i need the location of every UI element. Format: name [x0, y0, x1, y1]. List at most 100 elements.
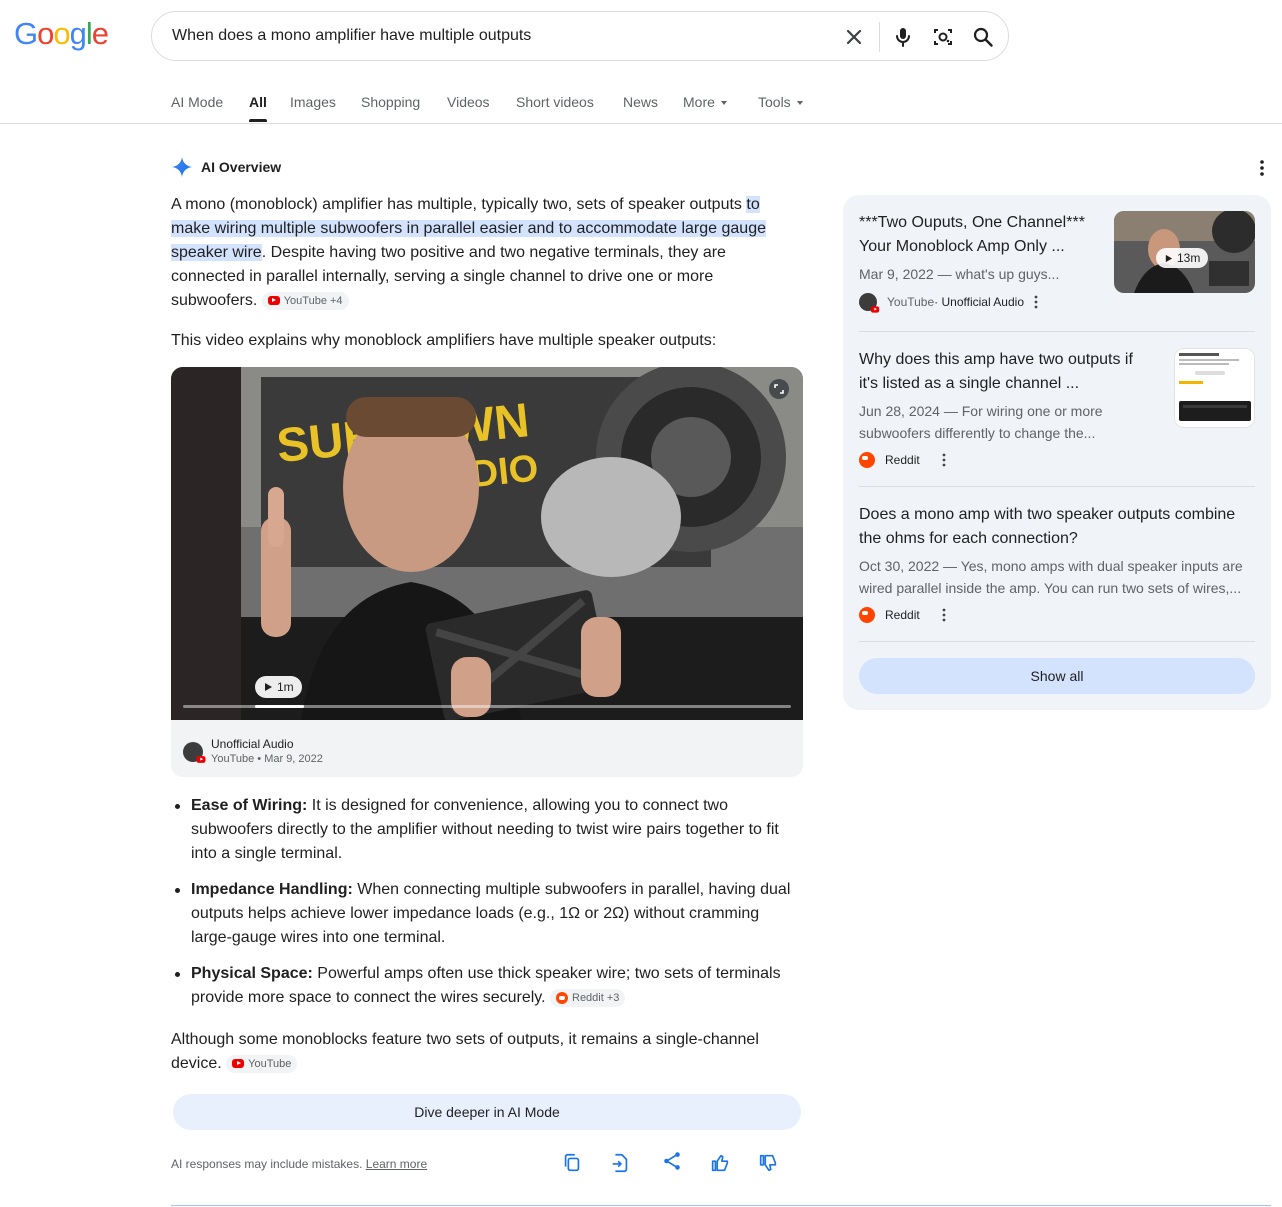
overview-paragraph: A mono (monoblock) amplifier has multipl…: [171, 193, 803, 313]
video-duration-badge: 13m: [1156, 248, 1209, 268]
search-icon[interactable]: [971, 25, 995, 49]
video-card[interactable]: SUBDOWN AUDIO 1m: [171, 367, 803, 777]
source-chip-youtube[interactable]: YouTube: [226, 1054, 298, 1073]
learn-more-link[interactable]: Learn more: [366, 1157, 427, 1171]
channel-name[interactable]: Unofficial Audio: [211, 737, 323, 752]
tab-more[interactable]: More: [683, 90, 727, 114]
lens-camera-icon[interactable]: [931, 25, 955, 49]
video-thumbnail[interactable]: SUBDOWN AUDIO 1m: [171, 367, 803, 720]
tab-shopping[interactable]: Shopping: [361, 90, 420, 114]
video-source-date: YouTube • Mar 9, 2022: [211, 753, 323, 765]
source-card-1[interactable]: ***Two Ouputs, One Channel*** Your Monob…: [859, 211, 1099, 313]
source-chip-reddit[interactable]: Reddit +3: [550, 988, 626, 1007]
tab-tools[interactable]: Tools: [758, 90, 803, 114]
copy-icon[interactable]: [561, 1152, 583, 1174]
tab-tools-label: Tools: [758, 94, 791, 110]
closing-paragraph: Although some monoblocks feature two set…: [171, 1028, 803, 1076]
more-options-icon[interactable]: [1034, 295, 1038, 309]
play-icon: [265, 683, 272, 691]
youtube-icon: [196, 755, 206, 763]
youtube-icon: [232, 1059, 245, 1069]
channel-avatar: [859, 293, 880, 313]
video-meta: Unofficial Audio YouTube • Mar 9, 2022: [183, 737, 323, 766]
source-channel: · Unofficial Audio: [934, 295, 1024, 309]
tab-ai-mode[interactable]: AI Mode: [171, 90, 223, 114]
tab-news[interactable]: News: [623, 90, 658, 114]
source-title[interactable]: Why does this amp have two outputs if it…: [859, 348, 1149, 396]
expand-icon: [774, 384, 784, 394]
disclaimer-text: AI responses may include mistakes.: [171, 1157, 363, 1171]
sources-panel: ***Two Ouputs, One Channel*** Your Monob…: [843, 195, 1271, 710]
thumbs-down-icon[interactable]: [757, 1152, 779, 1174]
source-card-2[interactable]: Why does this amp have two outputs if it…: [859, 348, 1149, 468]
source-meta: Reddit: [859, 452, 1149, 468]
source-image-thumbnail[interactable]: [1174, 348, 1255, 428]
play-icon: [1165, 254, 1173, 262]
reddit-icon: [859, 607, 875, 623]
channel-avatar: [183, 741, 206, 763]
source-snippet: Mar 9, 2022 — what's up guys...: [859, 266, 1060, 282]
tab-short-videos[interactable]: Short videos: [516, 90, 594, 114]
bullet-term: Impedance Handling:: [191, 881, 353, 898]
google-logo[interactable]: Google: [14, 14, 109, 54]
more-options-icon[interactable]: [942, 608, 946, 622]
search-input[interactable]: [172, 12, 812, 60]
video-progress-fill: [255, 705, 304, 708]
dive-deeper-button[interactable]: Dive deeper in AI Mode: [173, 1094, 801, 1130]
ai-overview-title: AI Overview: [201, 159, 282, 175]
disclaimer: AI responses may include mistakes. Learn…: [171, 1157, 427, 1171]
clear-icon[interactable]: [842, 25, 866, 49]
ai-overview-body: A mono (monoblock) amplifier has multipl…: [171, 193, 803, 353]
source-snippet: Oct 30, 2022 — Yes, mono amps with dual …: [859, 558, 1243, 596]
video-progress-bar[interactable]: [183, 705, 791, 708]
source-chip-label: YouTube +4: [283, 294, 343, 307]
tab-more-label: More: [683, 94, 715, 110]
list-item: Physical Space: Powerful amps often use …: [171, 962, 803, 1010]
overview-text-start: A mono (monoblock) amplifier has multipl…: [171, 196, 747, 213]
source-divider: [859, 331, 1255, 332]
microphone-icon[interactable]: [891, 25, 915, 49]
source-divider: [859, 641, 1255, 642]
export-doc-icon[interactable]: [609, 1152, 631, 1174]
ai-overview-header: AI Overview: [171, 155, 281, 179]
gemini-sparkle-icon: [171, 156, 193, 178]
video-duration: 1m: [277, 680, 294, 694]
bullet-term: Physical Space:: [191, 965, 313, 982]
list-item: Ease of Wiring: It is designed for conve…: [171, 794, 803, 866]
source-site: YouTube: [887, 295, 935, 309]
show-all-button[interactable]: Show all: [859, 658, 1255, 694]
list-item: Impedance Handling: When connecting mult…: [171, 878, 803, 950]
youtube-icon: [267, 296, 280, 306]
tab-images[interactable]: Images: [290, 90, 336, 114]
source-video-thumbnail[interactable]: 13m: [1114, 211, 1255, 293]
bullet-term: Ease of Wiring:: [191, 797, 308, 814]
chevron-down-icon: [796, 101, 803, 106]
video-duration: 13m: [1177, 251, 1201, 265]
source-divider: [859, 486, 1255, 487]
section-divider: [171, 1205, 1271, 1206]
chevron-down-icon: [720, 101, 727, 106]
reasons-list: Ease of Wiring: It is designed for conve…: [171, 794, 803, 1022]
expand-video-button[interactable]: [769, 379, 789, 399]
header-divider: [0, 123, 1282, 124]
source-title[interactable]: ***Two Ouputs, One Channel*** Your Monob…: [859, 211, 1099, 259]
more-options-icon[interactable]: [942, 453, 946, 467]
tab-videos[interactable]: Videos: [447, 90, 490, 114]
search-box: [151, 11, 1009, 61]
source-card-3[interactable]: Does a mono amp with two speaker outputs…: [859, 503, 1255, 623]
source-site: Reddit: [885, 453, 920, 467]
video-duration-button[interactable]: 1m: [255, 676, 302, 698]
source-title[interactable]: Does a mono amp with two speaker outputs…: [859, 503, 1255, 551]
source-snippet: Jun 28, 2024 — For wiring one or more su…: [859, 403, 1103, 441]
more-options-icon[interactable]: [1254, 158, 1270, 178]
youtube-icon: [870, 306, 880, 313]
search-divider: [879, 22, 880, 52]
tab-all[interactable]: All: [249, 90, 267, 122]
source-chip-youtube[interactable]: YouTube +4: [261, 291, 349, 310]
source-site: Reddit: [885, 608, 920, 622]
source-meta: Reddit: [859, 607, 1255, 623]
thumbs-up-icon[interactable]: [709, 1152, 731, 1174]
share-icon[interactable]: [661, 1150, 683, 1172]
reddit-icon: [556, 991, 568, 1004]
video-intro: This video explains why monoblock amplif…: [171, 332, 717, 349]
